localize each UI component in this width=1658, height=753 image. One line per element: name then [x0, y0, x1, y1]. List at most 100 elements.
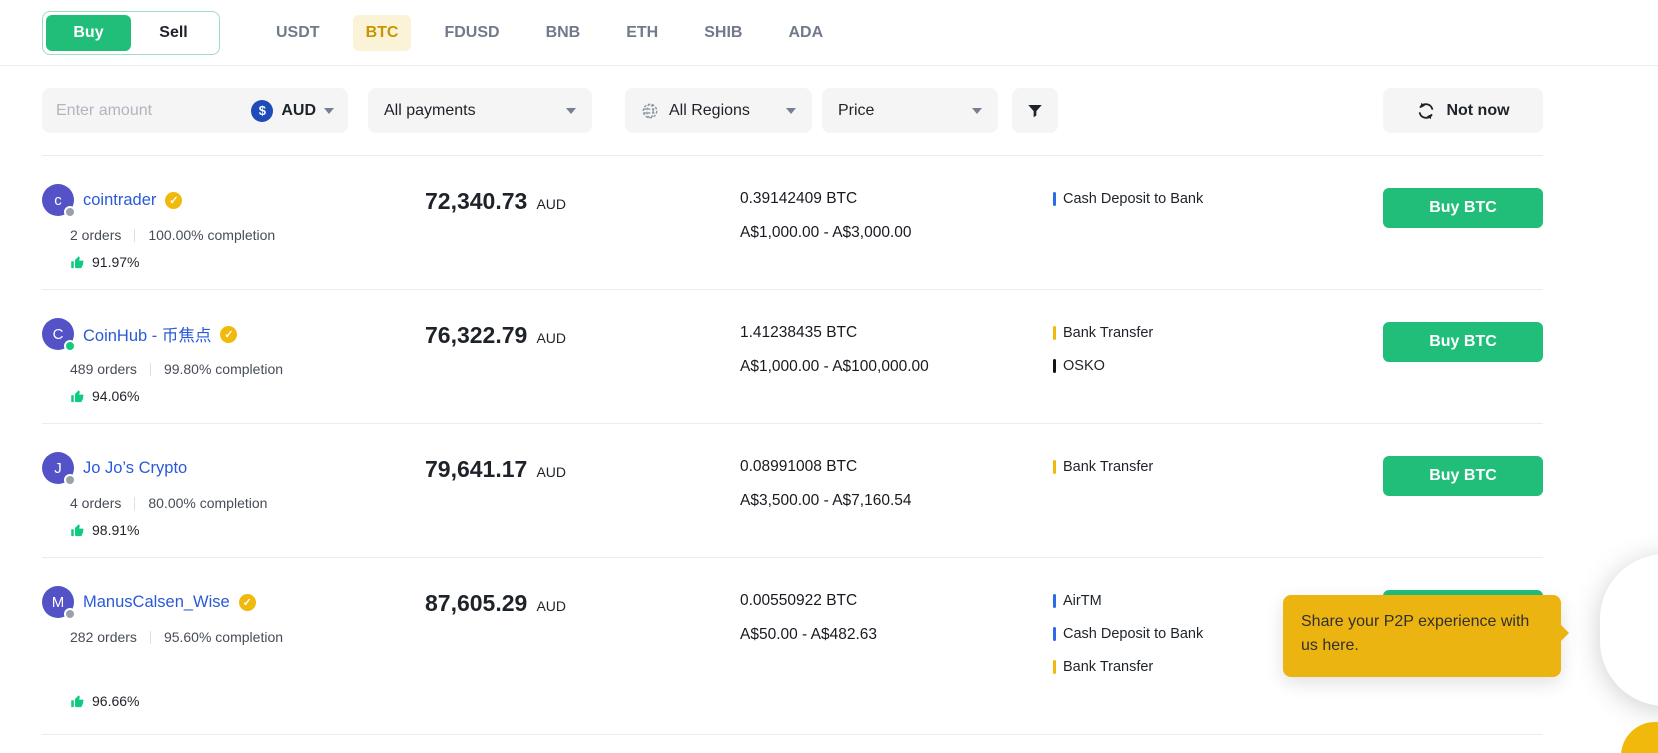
- trade-cell: Buy BTC: [1383, 318, 1543, 404]
- advertiser-name[interactable]: CoinHub - 币焦点: [83, 322, 211, 346]
- buy-sell-toggle: Buy Sell: [42, 10, 220, 55]
- crypto-tab-ada[interactable]: ADA: [775, 15, 836, 51]
- payment-method-label: Cash Deposit to Bank: [1063, 626, 1204, 642]
- status-dot: [64, 340, 76, 352]
- completion-rate: 95.60% completion: [163, 629, 284, 645]
- advertiser-stats: 4 orders 80.00% completion: [70, 495, 425, 511]
- thumbs-up-icon: [71, 523, 84, 536]
- advertiser-name[interactable]: ManusCalsen_Wise: [83, 593, 230, 612]
- refresh-not-now-button[interactable]: Not now: [1383, 88, 1543, 133]
- completion-rate: 80.00% completion: [148, 495, 268, 511]
- positive-rating: 94.06%: [70, 388, 425, 404]
- offer-price: 76,322.79: [425, 322, 528, 348]
- advertiser-name[interactable]: cointrader: [83, 191, 156, 210]
- divider: [149, 630, 151, 644]
- payment-methods-cell: Cash Deposit to Bank: [1053, 184, 1383, 270]
- payment-color-bar: [1053, 627, 1056, 641]
- advertiser-cell: c cointrader ✓ 2 orders 100.00% completi…: [42, 184, 425, 270]
- price-cell: 87,605.29 AUD: [425, 586, 740, 709]
- payment-color-bar: [1053, 192, 1056, 206]
- orders-count: 282 orders: [70, 629, 137, 645]
- crypto-tab-bnb[interactable]: BNB: [533, 15, 594, 51]
- payment-methods-cell: Bank Transfer: [1053, 452, 1383, 538]
- dollar-sign-icon: $: [251, 99, 274, 122]
- divider: [134, 228, 136, 242]
- amount-cell: 0.00550922 BTC A$50.00 - A$482.63: [740, 586, 1053, 709]
- not-now-label: Not now: [1446, 101, 1510, 119]
- advertiser-cell: M ManusCalsen_Wise ✓ 282 orders 95.60% c…: [42, 586, 425, 709]
- payment-color-bar: [1053, 359, 1056, 373]
- avatar[interactable]: C: [42, 318, 76, 352]
- order-limit: A$1,000.00 - A$100,000.00: [740, 358, 929, 375]
- orders-count: 489 orders: [70, 361, 137, 377]
- crypto-tab-btc[interactable]: BTC: [352, 14, 412, 51]
- chevron-down-icon: [972, 107, 982, 114]
- offer-row: c cointrader ✓ 2 orders 100.00% completi…: [42, 156, 1543, 290]
- price-sort-label: Price: [838, 101, 875, 119]
- offer-price: 72,340.73: [425, 188, 528, 214]
- orders-count: 2 orders: [70, 227, 122, 243]
- sell-tab[interactable]: Sell: [131, 14, 216, 51]
- amount-cell: 0.08991008 BTC A$3,500.00 - A$7,160.54: [740, 452, 1053, 538]
- avatar[interactable]: M: [42, 586, 76, 620]
- buy-btc-button[interactable]: Buy BTC: [1383, 322, 1543, 362]
- available-amount: 1.41238435 BTC: [740, 324, 858, 341]
- payment-method-label: OSKO: [1063, 358, 1105, 374]
- header-bar: Buy Sell USDT BTC FDUSD BNB ETH SHIB ADA: [0, 0, 1658, 66]
- payment-method: Cash Deposit to Bank: [1053, 188, 1383, 210]
- price-cell: 76,322.79 AUD: [425, 318, 740, 404]
- buy-btc-button[interactable]: Buy BTC: [1383, 456, 1543, 496]
- payment-method-label: Cash Deposit to Bank: [1063, 191, 1204, 207]
- payments-filter[interactable]: All payments: [368, 88, 592, 133]
- offer-price-currency: AUD: [533, 330, 567, 346]
- regions-filter-label: All Regions: [669, 101, 750, 119]
- avatar[interactable]: c: [42, 184, 76, 218]
- divider: [149, 362, 151, 376]
- globe-icon: [642, 103, 658, 118]
- completion-rate: 99.80% completion: [163, 361, 284, 377]
- chevron-down-icon: [324, 107, 334, 114]
- filters-bar: $ AUD All payments All Regions Price: [42, 88, 1543, 133]
- crypto-tab-eth[interactable]: ETH: [613, 15, 671, 51]
- price-cell: 79,641.17 AUD: [425, 452, 740, 538]
- crypto-tab-shib[interactable]: SHIB: [691, 15, 755, 51]
- advertiser-cell: J Jo Jo’s Crypto 4 orders 80.00% complet…: [42, 452, 425, 538]
- available-amount: 0.08991008 BTC: [740, 458, 858, 475]
- currency-selector[interactable]: $ AUD: [251, 99, 334, 122]
- payment-color-bar: [1053, 594, 1056, 608]
- divider: [134, 496, 136, 510]
- crypto-tab-fdusd[interactable]: FDUSD: [431, 15, 512, 51]
- offer-price-currency: AUD: [533, 464, 567, 480]
- amount-filter: $ AUD: [42, 88, 348, 133]
- chat-widget-shadow: [1600, 554, 1658, 706]
- refresh-icon: [1419, 102, 1434, 119]
- chevron-down-icon: [786, 107, 796, 114]
- price-sort[interactable]: Price: [822, 88, 998, 133]
- feedback-fab-button[interactable]: [1621, 722, 1658, 753]
- order-limit: A$1,000.00 - A$3,000.00: [740, 224, 912, 241]
- payment-method-label: Bank Transfer: [1063, 459, 1154, 475]
- crypto-tab-usdt[interactable]: USDT: [263, 15, 333, 51]
- offer-price-currency: AUD: [533, 598, 567, 614]
- payment-method-label: Bank Transfer: [1063, 325, 1154, 341]
- payment-method-label: Bank Transfer: [1063, 659, 1154, 675]
- thumbs-up-icon: [71, 255, 84, 268]
- verified-badge-icon: ✓: [238, 593, 256, 611]
- status-dot: [64, 206, 76, 218]
- payment-color-bar: [1053, 660, 1056, 674]
- regions-filter[interactable]: All Regions: [625, 88, 812, 133]
- payment-method: OSKO: [1053, 355, 1383, 377]
- tooltip-arrow: [1561, 625, 1569, 641]
- payment-method: Bank Transfer: [1053, 456, 1383, 478]
- trade-cell: Buy BTC: [1383, 452, 1543, 538]
- more-filters-button[interactable]: [1012, 88, 1058, 133]
- verified-badge-icon: ✓: [220, 325, 238, 343]
- avatar[interactable]: J: [42, 452, 76, 486]
- feedback-tooltip[interactable]: Share your P2P experience with us here.: [1283, 595, 1569, 677]
- amount-input[interactable]: [56, 101, 252, 120]
- feedback-tooltip-text: Share your P2P experience with us here.: [1301, 613, 1530, 654]
- advertiser-stats: 282 orders 95.60% completion: [70, 629, 425, 645]
- buy-btc-button[interactable]: Buy BTC: [1383, 188, 1543, 228]
- advertiser-name[interactable]: Jo Jo’s Crypto: [83, 459, 187, 478]
- buy-tab[interactable]: Buy: [46, 14, 131, 51]
